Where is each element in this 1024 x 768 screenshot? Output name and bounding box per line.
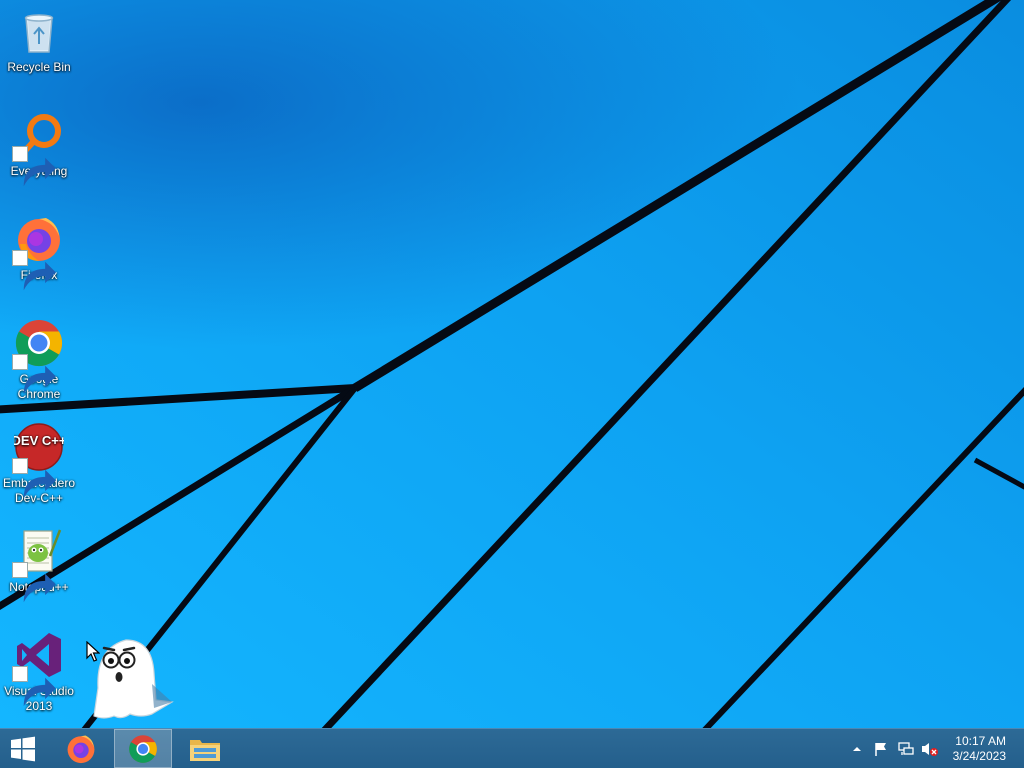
network-button[interactable] [897,741,915,757]
chrome-icon [129,734,157,763]
firefox-icon [67,735,95,763]
desktop-icon-recycle-bin[interactable]: Recycle Bin [0,6,78,75]
action-center-button[interactable] [872,741,890,757]
mouse-pointer-icon [86,641,100,662]
shortcut-arrow-icon [12,562,56,603]
shortcut-arrow-icon [12,666,56,707]
desktop-icon-firefox[interactable]: Firefox [0,214,78,291]
desktop-wallpaper [0,0,1024,728]
recycle-bin-icon [24,14,54,53]
desktop-icon-notepad-plus-plus[interactable]: Notepad++ [0,526,78,603]
clock-time: 10:17 AM [955,734,1006,748]
taskbar: 10:17 AM 3/24/2023 [0,728,1024,768]
shortcut-arrow-icon [12,354,56,395]
desktop-icon-google-chrome[interactable]: Google Chrome [0,318,78,402]
taskbar-chrome-button[interactable] [114,729,172,768]
desktop-icon-everything[interactable]: Everything [0,110,78,187]
taskbar-file-explorer-button[interactable] [176,729,234,768]
shortcut-arrow-icon [12,250,56,291]
devcpp-icon-text: DEV C++ [14,433,64,448]
show-hidden-icons-chevron-icon [853,747,861,751]
volume-muted-icon [922,743,938,756]
desktop-icon-dev-cpp[interactable]: DEV C++ Embarcadero Dev-C++ [0,422,78,506]
shortcut-arrow-icon [12,146,56,187]
action-center-flag-icon [875,743,886,756]
volume-button[interactable] [921,741,939,757]
desktop-icon-visual-studio[interactable]: Visual Studio 2013 [0,630,78,714]
clock-date: 3/24/2023 [952,749,1006,763]
windows-start-icon [11,736,35,761]
file-explorer-icon [190,739,220,761]
network-icon [898,742,914,755]
start-button[interactable] [0,729,52,768]
show-hidden-icons-button[interactable] [848,741,866,757]
desktop-icon-label: Recycle Bin [7,60,71,74]
taskbar-clock[interactable]: 10:17 AM 3/24/2023 [953,734,1006,764]
shortcut-arrow-icon [12,458,56,499]
taskbar-firefox-button[interactable] [52,729,110,768]
